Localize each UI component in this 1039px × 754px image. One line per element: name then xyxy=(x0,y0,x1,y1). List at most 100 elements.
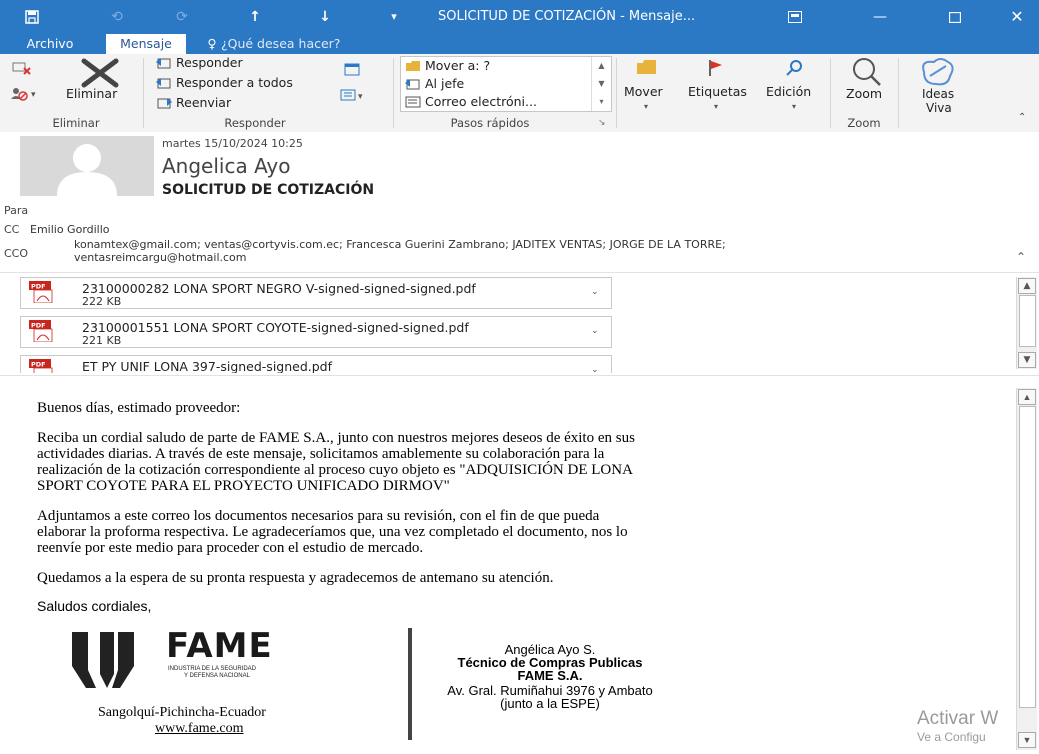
svg-text:▾: ▾ xyxy=(31,90,36,100)
forward-icon[interactable] xyxy=(156,96,172,110)
collapse-header-icon[interactable]: ⌃ xyxy=(1016,250,1026,264)
editing-search-icon[interactable] xyxy=(784,58,806,78)
move-dropdown-icon[interactable]: ▾ xyxy=(644,102,648,111)
bcc-recipients-line1[interactable]: konamtex@gmail.com; ventas@cortyvis.com.… xyxy=(74,238,726,251)
forward-button[interactable]: Reenviar xyxy=(176,95,231,110)
move-icon[interactable] xyxy=(636,58,658,76)
body-paragraph-3: Quedamos a la espera de su pronta respue… xyxy=(37,570,554,586)
attachments-area: PDF 23100000282 LONA SPORT NEGRO V-signe… xyxy=(0,273,1039,373)
body-paragraph-2-line-3: reenvíe por este medio para proceder con… xyxy=(37,540,424,556)
attachment-name: 23100000282 LONA SPORT NEGRO V-signed-si… xyxy=(82,281,476,296)
attachment-dropdown-icon[interactable]: ⌄ xyxy=(591,365,599,373)
svg-text:PDF: PDF xyxy=(31,283,46,291)
attachment-dropdown-icon[interactable]: ⌄ xyxy=(591,326,599,336)
reply-all-icon[interactable] xyxy=(156,76,172,90)
title-bar: ⟲ ⟳ ↑ ↓ ▾ SOLICITUD DE COTIZACIÓN - Mens… xyxy=(0,0,1039,34)
signature-divider xyxy=(408,628,412,740)
reply-all-button[interactable]: Responder a todos xyxy=(176,75,293,90)
attachment-size: 221 KB xyxy=(82,334,122,347)
minimize-icon[interactable]: — xyxy=(860,0,900,34)
ideas-label-line2[interactable]: Viva xyxy=(926,101,952,115)
message-subject: SOLICITUD DE COTIZACIÓN xyxy=(162,182,375,198)
attachment-dropdown-icon[interactable]: ⌄ xyxy=(591,287,599,297)
fame-shield-icon xyxy=(72,632,134,688)
fame-logo-sub2: Y DEFENSA NACIONAL xyxy=(184,673,250,679)
tell-me-search[interactable]: ¿Qué desea hacer? xyxy=(221,34,401,54)
quick-steps-gallery: Mover a: ? Al jefe Correo electróni... ▲… xyxy=(400,56,612,112)
cc-recipient[interactable]: Emilio Gordillo xyxy=(30,223,110,236)
previous-item-icon[interactable]: ↑ xyxy=(243,0,267,34)
quickstep-move-to[interactable]: Mover a: ? xyxy=(425,58,490,73)
attachment-name: 23100001551 LONA SPORT COYOTE-signed-sig… xyxy=(82,320,469,335)
signature-website-link[interactable]: www.fame.com xyxy=(155,721,244,737)
message-header: martes 15/10/2024 10:25 Angelica Ayo SOL… xyxy=(0,132,1039,272)
body-paragraph-1-line-1: Reciba un cordial saludo de parte de FAM… xyxy=(37,430,635,446)
gallery-scroll[interactable]: ▲ ▼ ▾ xyxy=(591,57,611,111)
body-paragraph-1-line-3: realización de la cotización correspondi… xyxy=(37,462,633,478)
to-label: Para xyxy=(4,204,29,217)
zoom-icon[interactable] xyxy=(848,56,884,88)
body-paragraph-1-line-2: actividades diarias. A través de este me… xyxy=(37,446,605,462)
attachment-item[interactable]: PDF 23100001551 LONA SPORT COYOTE-signed… xyxy=(20,316,612,348)
message-date: martes 15/10/2024 10:25 xyxy=(162,137,303,150)
body-paragraph-2-line-2: elaborar la proforma respectiva. Le agra… xyxy=(37,524,628,540)
close-icon[interactable]: ✕ xyxy=(1000,0,1034,34)
ideas-icon[interactable] xyxy=(918,56,958,88)
delete-icon[interactable] xyxy=(78,58,122,88)
delete-button[interactable]: Eliminar xyxy=(66,86,117,101)
pdf-file-icon: PDF xyxy=(29,359,53,373)
meeting-icon[interactable] xyxy=(344,62,362,76)
quickstep-team-email[interactable]: Correo electróni... xyxy=(425,94,537,109)
fame-logo-text: FAME xyxy=(166,626,273,666)
bcc-recipients-line2[interactable]: ventasreimcargu@hotmail.com xyxy=(74,251,247,264)
body-paragraph-1-line-4: SPORT COYOTE PARA EL PROYECTO UNIFICADO … xyxy=(37,478,450,494)
tags-dropdown-icon[interactable]: ▾ xyxy=(714,102,718,111)
scroll-thumb[interactable] xyxy=(1019,406,1036,708)
editing-button[interactable]: Edición xyxy=(766,84,811,99)
more-respond-icon[interactable]: ▾ xyxy=(340,88,368,102)
svg-text:PDF: PDF xyxy=(31,322,46,330)
move-button[interactable]: Mover xyxy=(624,84,663,99)
body-scrollbar[interactable]: ▲ ▼ xyxy=(1016,388,1037,750)
group-label-eliminar: Eliminar xyxy=(52,116,100,130)
attachments-scrollbar[interactable]: ▲ ▼ xyxy=(1016,277,1037,369)
reply-icon[interactable] xyxy=(156,56,172,70)
reply-button[interactable]: Responder xyxy=(176,55,243,70)
body-greeting: Buenos días, estimado proveedor: xyxy=(37,400,241,416)
group-label-zoom: Zoom xyxy=(847,116,881,130)
maximize-icon[interactable] xyxy=(935,0,975,34)
redo-icon[interactable]: ⟳ xyxy=(170,0,194,34)
flag-icon[interactable] xyxy=(706,58,726,78)
junk-icon[interactable]: ▾ xyxy=(10,84,40,102)
separator xyxy=(143,58,144,128)
quickstep-to-manager[interactable]: Al jefe xyxy=(425,76,464,91)
zoom-button[interactable]: Zoom xyxy=(846,86,882,101)
tab-mensaje[interactable]: Mensaje xyxy=(106,34,186,54)
dialog-launcher-icon[interactable]: ↘ xyxy=(598,118,606,128)
collapse-ribbon-icon[interactable]: ⌃ xyxy=(1018,112,1026,123)
sender-name[interactable]: Angelica Ayo xyxy=(162,154,290,178)
ideas-label-line1[interactable]: Ideas xyxy=(922,87,954,101)
scroll-up-icon[interactable]: ▲ xyxy=(1018,389,1036,405)
scroll-down-icon[interactable]: ▼ xyxy=(1018,352,1036,368)
scroll-up-icon[interactable]: ▲ xyxy=(1018,278,1036,294)
attachment-item[interactable]: PDF 23100000282 LONA SPORT NEGRO V-signe… xyxy=(20,277,612,309)
ribbon-display-icon[interactable] xyxy=(780,0,810,34)
bcc-label: CCO xyxy=(4,247,29,260)
divider xyxy=(0,375,1039,376)
ignore-icon[interactable] xyxy=(10,58,36,78)
scroll-thumb[interactable] xyxy=(1019,295,1036,347)
ribbon: ▾ Eliminar Eliminar Responder Responder … xyxy=(0,54,1039,133)
editing-dropdown-icon[interactable]: ▾ xyxy=(792,102,796,111)
activation-watermark-title: Activar W xyxy=(917,708,999,729)
attachment-size: 222 KB xyxy=(82,295,122,308)
undo-icon[interactable]: ⟲ xyxy=(105,0,129,34)
folder-move-icon xyxy=(405,59,421,73)
customize-qat-icon[interactable]: ▾ xyxy=(384,0,404,34)
attachment-item[interactable]: PDF ET PY UNIF LONA 397-signed-signed.pd… xyxy=(20,355,612,373)
next-item-icon[interactable]: ↓ xyxy=(313,0,337,34)
tags-button[interactable]: Etiquetas xyxy=(688,84,747,99)
scroll-down-icon[interactable]: ▼ xyxy=(1018,732,1036,748)
save-icon[interactable] xyxy=(20,0,44,34)
tab-archivo[interactable]: Archivo xyxy=(14,34,86,54)
